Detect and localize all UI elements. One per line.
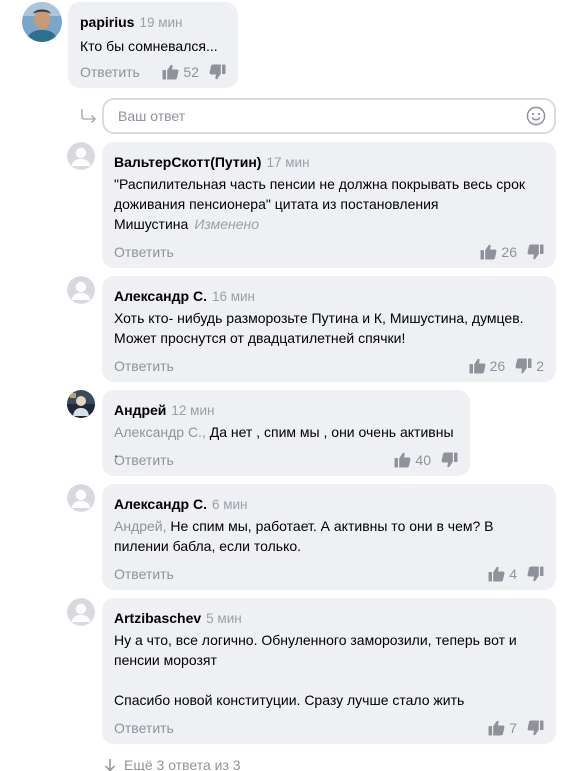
reply-button[interactable]: Ответить <box>114 244 174 260</box>
comment-bubble: Александр С. 16 мин Хоть кто- нибудь разм… <box>102 276 556 382</box>
comment-time[interactable]: 5 мин <box>206 611 242 626</box>
thumbs-up-icon[interactable] <box>469 358 486 374</box>
comment-author[interactable]: Андрей <box>114 402 166 418</box>
comment-text: Андрей, Не спим мы, работает. А активны … <box>114 516 516 556</box>
comment-author[interactable]: Александр С. <box>114 496 207 512</box>
smile-icon[interactable] <box>526 106 546 126</box>
thumbs-down-icon[interactable] <box>209 64 226 80</box>
comment-body: "Распилительная часть пенсии не должна п… <box>114 176 525 232</box>
thumbs-down-icon[interactable] <box>527 720 544 736</box>
votes: 26 <box>480 244 544 260</box>
comment-paragraph: Ну а что, все логично. Обнуленного замор… <box>114 632 517 668</box>
reply-form <box>80 98 556 134</box>
votes: 4 <box>488 566 544 582</box>
like-count: 7 <box>509 720 517 736</box>
more-replies-label: Ещё 3 ответа из 3 <box>124 757 241 771</box>
comment-body: Не спим мы, работает. А активны то они в… <box>114 518 494 554</box>
votes: 40 <box>394 452 458 468</box>
avatar[interactable] <box>67 598 95 626</box>
thumbs-down-icon[interactable] <box>527 566 544 582</box>
votes: 7 <box>488 720 544 736</box>
reply-arrow-icon <box>81 109 97 124</box>
reply-button[interactable]: Ответить <box>114 720 174 736</box>
comment-bubble: ВальтерСкотт(Путин) 17 мин "Распилительна… <box>102 142 556 268</box>
mention-link[interactable]: Александр С., <box>114 424 206 440</box>
avatar[interactable] <box>22 2 62 42</box>
reply-input[interactable] <box>102 98 556 134</box>
like-count: 52 <box>183 64 199 80</box>
comment-author[interactable]: Artzibaschev <box>114 610 201 626</box>
votes: 52 <box>162 64 226 80</box>
avatar[interactable] <box>67 484 95 512</box>
edited-label: Изменено <box>194 216 260 232</box>
like-count: 4 <box>509 566 517 582</box>
comment-text: Хоть кто- нибудь разморозьте Путина и К,… <box>114 310 524 346</box>
comment-time[interactable]: 12 мин <box>171 403 214 418</box>
avatar[interactable] <box>67 276 95 304</box>
avatar[interactable] <box>67 390 95 418</box>
thumbs-down-icon[interactable] <box>527 244 544 260</box>
comment-author[interactable]: Александр С. <box>114 288 207 304</box>
mention-link[interactable]: Андрей, <box>114 518 167 534</box>
comment-bubble: Александр С. 6 мин Андрей, Не спим мы, ра… <box>102 484 556 590</box>
comment-bubble: Андрей 12 мин Александр С., Да нет , спим… <box>102 390 470 476</box>
like-count: 26 <box>489 358 506 374</box>
dislike-count: 2 <box>536 358 544 374</box>
votes: 26 2 <box>469 358 544 374</box>
comment-text: "Распилительная часть пенсии не должна п… <box>114 174 534 234</box>
comment-author[interactable]: papirius <box>80 14 134 30</box>
comment-time[interactable]: 16 мин <box>212 289 255 304</box>
comment-time[interactable]: 19 мин <box>139 15 182 30</box>
thumbs-up-icon[interactable] <box>488 720 505 736</box>
arrow-down-icon <box>104 759 116 771</box>
comment-text: Ну а что, все логично. Обнуленного замор… <box>114 630 534 710</box>
reply-button[interactable]: Ответить <box>114 452 174 468</box>
more-replies-link[interactable]: Ещё 3 ответа из 3 <box>104 757 241 771</box>
comment-time[interactable]: 6 мин <box>212 497 248 512</box>
thumbs-down-icon[interactable] <box>441 452 458 468</box>
thumbs-up-icon[interactable] <box>394 452 411 468</box>
thumbs-up-icon[interactable] <box>488 566 505 582</box>
thumbs-up-icon[interactable] <box>162 64 179 80</box>
reply-button[interactable]: Ответить <box>114 358 174 374</box>
thumbs-up-icon[interactable] <box>480 244 497 260</box>
avatar[interactable] <box>67 142 95 170</box>
comment-paragraph: Спасибо новой конституции. Сразу лучше с… <box>114 692 465 708</box>
comment-text: Кто бы сомневался... <box>80 38 218 54</box>
like-count: 26 <box>501 244 517 260</box>
like-count: 40 <box>415 452 431 468</box>
comment-author[interactable]: ВальтерСкотт(Путин) <box>114 154 261 170</box>
reply-button[interactable]: Ответить <box>114 566 174 582</box>
thumbs-down-icon[interactable] <box>515 358 532 374</box>
comment-bubble: Artzibaschev 5 мин Ну а что, все логично.… <box>102 598 556 744</box>
comment-bubble: papirius 19 мин Кто бы сомневался... Отве… <box>68 2 238 88</box>
comment-time[interactable]: 17 мин <box>266 155 309 170</box>
reply-button[interactable]: Ответить <box>80 64 140 80</box>
